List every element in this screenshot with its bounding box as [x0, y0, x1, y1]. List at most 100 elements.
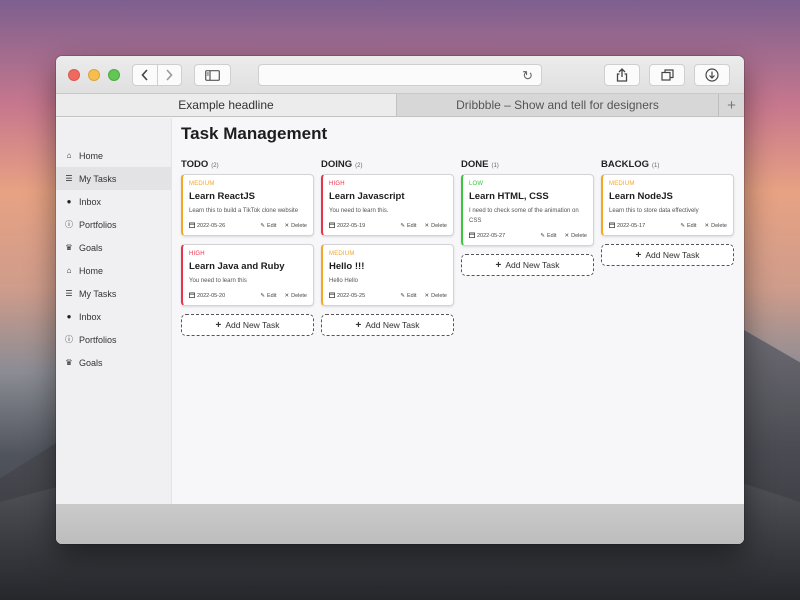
delete-button[interactable]: ✕ Delete [704, 223, 727, 229]
edit-label: Edit [407, 223, 417, 229]
sidebar-item-goals[interactable]: ♛ Goals [56, 351, 171, 374]
plus-icon: + [495, 259, 502, 271]
task-description: Hello Hello [329, 278, 359, 284]
edit-button[interactable]: ✎ Edit [400, 223, 416, 229]
delete-button[interactable]: ✕ Delete [564, 233, 587, 239]
close-window-button[interactable] [68, 68, 80, 81]
task-meta: 2022-05-26 ✎ Edit ✕ Delete [189, 222, 307, 230]
task-meta: 2022-05-17 ✎ Edit ✕ Delete [609, 222, 727, 230]
chevron-left-icon [141, 69, 148, 81]
task-card[interactable]: MEDIUM Hello !!! Hello Hello 2022-05-25 ✎ Edi… [321, 244, 454, 306]
add-new-task-button[interactable]: + Add New Task [461, 254, 594, 276]
new-tab-button[interactable]: + [719, 94, 744, 116]
delete-label: Delete [291, 293, 307, 299]
address-bar[interactable]: ↻ [258, 64, 542, 86]
priority-label: LOW [469, 181, 484, 187]
kanban-board: TODO (2) MEDIUM Learn ReactJS Learn this to … [181, 159, 744, 336]
title-bar: ↻ [56, 56, 744, 94]
task-card[interactable]: HIGH Learn Javascript You need to learn th… [321, 174, 454, 236]
plus-icon: + [635, 249, 642, 261]
add-new-task-label: Add New Task [505, 260, 560, 270]
pencil-icon: ✎ [400, 223, 405, 229]
calendar-icon [329, 292, 335, 300]
edit-button[interactable]: ✎ Edit [260, 293, 276, 299]
sidebar-item-label: Home [79, 150, 104, 161]
close-icon: ✕ [284, 293, 290, 299]
sidebar-item-portfolios[interactable]: ⓘ Portfolios [56, 213, 171, 236]
task-card[interactable]: MEDIUM Learn NodeJS Learn this to store da… [601, 174, 734, 236]
add-new-task-label: Add New Task [365, 320, 420, 330]
add-new-task-button[interactable]: + Add New Task [181, 314, 314, 336]
task-description: I need to check some of the animation on… [469, 208, 579, 224]
delete-button[interactable]: ✕ Delete [424, 223, 447, 229]
task-meta: 2022-05-27 ✎ Edit ✕ Delete [469, 232, 587, 240]
priority-label: MEDIUM [609, 181, 635, 187]
task-card[interactable]: HIGH Learn Java and Ruby You need to learn… [181, 244, 314, 306]
show-tabs-button[interactable] [649, 64, 685, 86]
priority-label: HIGH [329, 181, 345, 187]
column-todo: TODO (2) MEDIUM Learn ReactJS Learn this to … [181, 159, 314, 336]
tab-bar: Example headline Dribbble – Show and tel… [56, 94, 744, 117]
column-count: (1) [652, 163, 660, 169]
column-done: DONE (1) LOW Learn HTML, CSS I need to check… [461, 159, 594, 336]
delete-button[interactable]: ✕ Delete [284, 293, 307, 299]
browser-window: ↻ Example headline Dribbble – Show and t… [56, 56, 744, 544]
column-title: TODO [181, 159, 209, 170]
column-title: DOING [321, 159, 353, 170]
edit-button[interactable]: ✎ Edit [400, 293, 416, 299]
calendar-icon [329, 222, 335, 230]
share-button[interactable] [604, 64, 640, 86]
column-header: TODO (2) [181, 159, 314, 172]
sidebar-item-portfolios[interactable]: ⓘ Portfolios [56, 328, 171, 351]
sidebar-item-my-tasks[interactable]: ☰ My Tasks [56, 167, 171, 190]
task-date: 2022-05-20 [189, 292, 252, 300]
task-meta: 2022-05-20 ✎ Edit ✕ Delete [189, 292, 307, 300]
traffic-lights [68, 68, 120, 81]
edit-button[interactable]: ✎ Edit [540, 233, 556, 239]
sidebar-item-label: My Tasks [79, 288, 117, 299]
column-title: DONE [461, 159, 489, 170]
sidebar-item-goals[interactable]: ♛ Goals [56, 236, 171, 259]
calendar-icon [189, 292, 195, 300]
delete-label: Delete [711, 223, 727, 229]
home-icon: ⌂ [66, 266, 72, 275]
info-icon: ⓘ [65, 335, 73, 344]
edit-button[interactable]: ✎ Edit [260, 223, 276, 229]
tab-dribbble[interactable]: Dribbble – Show and tell for designers [397, 94, 719, 116]
sidebar-item-inbox[interactable]: ● Inbox [56, 305, 171, 328]
zoom-window-button[interactable] [108, 68, 120, 81]
sidebar-item-inbox[interactable]: ● Inbox [56, 190, 171, 213]
task-card[interactable]: LOW Learn HTML, CSS I need to check some o… [461, 174, 594, 246]
add-new-task-button[interactable]: + Add New Task [321, 314, 454, 336]
task-card[interactable]: MEDIUM Learn ReactJS Learn this to build a… [181, 174, 314, 236]
calendar-icon [609, 222, 615, 230]
pencil-icon: ✎ [540, 233, 545, 239]
calendar-icon [469, 232, 475, 240]
sidebar-item-my-tasks[interactable]: ☰ My Tasks [56, 282, 171, 305]
delete-button[interactable]: ✕ Delete [284, 223, 307, 229]
add-new-task-button[interactable]: + Add New Task [601, 244, 734, 266]
delete-button[interactable]: ✕ Delete [424, 293, 447, 299]
pencil-icon: ✎ [260, 293, 265, 299]
forward-button[interactable] [156, 65, 181, 85]
task-date-text: 2022-05-19 [337, 223, 366, 229]
column-count: (2) [355, 163, 363, 169]
task-date-text: 2022-05-26 [197, 223, 226, 229]
history-nav [132, 64, 182, 86]
share-icon [616, 68, 628, 82]
priority-label: MEDIUM [189, 181, 215, 187]
home-icon: ⌂ [66, 151, 72, 160]
minimize-window-button[interactable] [88, 68, 100, 81]
sidebar-item-home[interactable]: ⌂ Home [56, 144, 171, 167]
pencil-icon: ✎ [260, 223, 265, 229]
task-title: Learn HTML, CSS [469, 191, 549, 202]
reload-icon[interactable]: ↻ [522, 68, 533, 84]
page-title: Task Management [181, 124, 328, 143]
sidebar-toggle-button[interactable] [194, 64, 231, 86]
close-icon: ✕ [284, 223, 290, 229]
tab-example-headline[interactable]: Example headline [56, 94, 397, 116]
downloads-button[interactable] [694, 64, 730, 86]
edit-button[interactable]: ✎ Edit [680, 223, 696, 229]
sidebar-item-home[interactable]: ⌂ Home [56, 259, 171, 282]
back-button[interactable] [133, 65, 157, 85]
